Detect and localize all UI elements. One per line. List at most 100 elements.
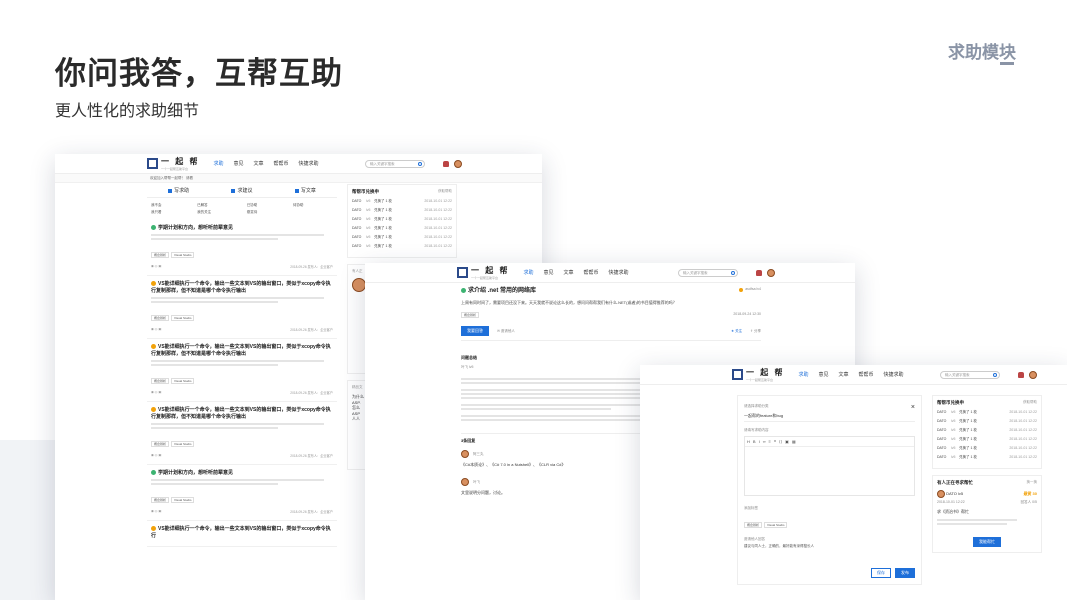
site-logo[interactable]: 一 起 帮一个一起帮互助平台	[457, 265, 509, 280]
bold-icon[interactable]: B	[753, 439, 756, 444]
list-item[interactable]: VS能详细执行一个命令，输出一些文本到VS的输出窗口，类似于xcopy命令执行	[147, 521, 337, 547]
site-navbar: 一 起 帮一个一起帮互助平台 求助 意见 文章 帮帮币 快捷求助 输入关键字搜索	[55, 154, 542, 174]
filter-option[interactable]: 我的关注	[197, 210, 241, 215]
solved-icon	[151, 470, 156, 476]
answer-button[interactable]: 我要回答	[461, 326, 489, 336]
list-item[interactable]: 学期计划和方向，想听听前辈意见 概念辨析 Visual Studio ◉ ◎ ▣ 2…	[147, 220, 337, 276]
action-tabs: 写求助 求建议 写文章	[147, 184, 337, 198]
quote-icon[interactable]: ❝	[774, 439, 776, 444]
avatar[interactable]	[1029, 370, 1037, 379]
coin-exchange-panel: 帮帮币兑换申 获取帮助 DATO lv5 兑换了 1 枚 2018-10-01 12:2…	[347, 184, 457, 258]
avatar[interactable]	[352, 278, 366, 292]
nav-item-coin[interactable]: 帮帮币	[584, 269, 599, 276]
code-icon[interactable]: ⟨⟩	[779, 439, 782, 444]
avatar[interactable]	[454, 159, 462, 168]
solved-icon	[461, 287, 466, 293]
pending-icon	[151, 344, 156, 350]
nav-item-coin[interactable]: 帮帮币	[274, 160, 289, 167]
bell-icon[interactable]	[756, 269, 762, 276]
tab-ask-advice[interactable]: 求建议	[210, 187, 273, 194]
slide-subtitle: 更人性化的求助细节	[55, 103, 200, 120]
nav-item-help[interactable]: 求助	[798, 371, 808, 378]
pending-icon	[151, 526, 156, 532]
avatar[interactable]	[767, 268, 775, 277]
nav-item-coin[interactable]: 帮帮币	[859, 371, 874, 378]
site-logo[interactable]: 一 起 帮一个一起帮互助平台	[732, 367, 784, 382]
follow-button[interactable]: ★ 关注	[731, 329, 742, 334]
save-button[interactable]: 保存	[871, 568, 891, 578]
avatar[interactable]	[937, 490, 945, 498]
stats: ◉ ◎ ▣	[151, 264, 162, 268]
solved-icon	[151, 225, 156, 231]
nav-item-suggest[interactable]: 意见	[543, 269, 553, 276]
tab-write-article[interactable]: 写文章	[274, 187, 337, 194]
filter-option[interactable]: 悬赏待	[247, 210, 287, 215]
bell-icon[interactable]	[1018, 371, 1024, 378]
italic-icon[interactable]: I	[759, 439, 760, 444]
help-button[interactable]: 我能帮忙	[973, 537, 1001, 547]
question-author[interactable]: asdfsa lv4	[745, 287, 761, 291]
site-navbar: 一 起 帮一个一起帮互助平台 求助 意见 文章 帮帮币 快捷求助 输入关键字搜索	[365, 263, 855, 283]
nav-item-suggest[interactable]: 意见	[818, 371, 828, 378]
nav-item-article[interactable]: 文章	[838, 371, 848, 378]
filter-option[interactable]: 我只看	[151, 210, 191, 215]
nav-item-quick[interactable]: 快捷求助	[299, 160, 319, 167]
panel-more-link[interactable]: 获取帮助	[438, 189, 452, 195]
section-tag-underline	[1000, 62, 1014, 65]
edit-icon	[168, 188, 173, 193]
link-icon[interactable]: ∞	[763, 439, 766, 444]
editor-toolbar: H B I ∞ ≡ ❝ ⟨⟩ ▣ ▦	[745, 437, 914, 447]
create-help-modal: 请选择求助分类 × 一起帮的feature和bug 请填写求助内容 H B I …	[737, 395, 922, 585]
nav-item-quick[interactable]: 快捷求助	[884, 371, 904, 378]
site-navbar: 一 起 帮一个一起帮互助平台 求助 意见 文章 帮帮币 快捷求助 输入关键字搜索	[640, 365, 1067, 385]
image-icon[interactable]: ▣	[785, 439, 789, 444]
filter-option[interactable]: 已协助	[247, 203, 287, 208]
pending-icon	[151, 281, 156, 287]
invite-button[interactable]: ✉ 邀请他人	[497, 329, 515, 334]
logo-mark-icon	[147, 158, 158, 169]
breadcrumb: 欢迎加入帮帮一起帮！ 请看	[55, 174, 542, 183]
list-item[interactable]: VS能详细执行一个命令，输出一些文本到VS的输出窗口，类似于xcopy命令执行复…	[147, 276, 337, 339]
avatar[interactable]	[461, 478, 469, 486]
tab-write-help[interactable]: 写求助	[147, 187, 210, 194]
site-logo[interactable]: 一 起 帮一个一起帮互助平台	[147, 156, 199, 171]
search-icon[interactable]	[731, 270, 735, 275]
nav-item-quick[interactable]: 快捷求助	[609, 269, 629, 276]
heading-icon[interactable]: H	[747, 439, 750, 444]
bell-icon[interactable]	[443, 160, 449, 167]
list-icon[interactable]: ≡	[769, 439, 771, 444]
close-icon[interactable]: ×	[911, 404, 915, 411]
pending-icon	[151, 407, 156, 413]
search-input[interactable]: 输入关键字搜索	[365, 159, 425, 168]
nav-item-help[interactable]: 求助	[213, 160, 223, 167]
nav-item-article[interactable]: 文章	[563, 269, 573, 276]
question-description: 上周有同时间了，需要项目还没下来。天天我就不说论这么长的，想问问帮帮我们有什么.…	[461, 300, 677, 305]
share-button[interactable]: ⇪ 分享	[750, 329, 761, 334]
filter-option[interactable]: 待协助	[293, 203, 333, 208]
screenshot-create-help: 一 起 帮一个一起帮互助平台 求助 意见 文章 帮帮币 快捷求助 输入关键字搜索…	[640, 365, 1067, 600]
sidebar: 帮帮币兑换申 获取帮助 DATO lv5 兑换了 1 枚 2018-10-01 12:2…	[932, 395, 1042, 553]
search-icon[interactable]	[418, 161, 422, 166]
list-item[interactable]: 学期计划和方向，想听听前辈意见 概念辨析 Visual Studio ◉ ◎ ▣ 2…	[147, 465, 337, 521]
avatar[interactable]	[461, 450, 469, 458]
content-editor[interactable]: H B I ∞ ≡ ❝ ⟨⟩ ▣ ▦	[744, 436, 915, 496]
coin-exchange-panel: 帮帮币兑换申 获取帮助 DATO lv5 兑换了 1 枚 2018-10-01 12:2…	[932, 395, 1042, 469]
search-input[interactable]: 输入关键字搜索	[678, 268, 738, 277]
edit-icon	[231, 188, 236, 193]
question-list-main: 写求助 求建议 写文章 我不会 已解答 已协助 待协助 我只看 我的关注 悬赏待…	[147, 184, 337, 547]
list-item[interactable]: VS能详细执行一个命令，输出一些文本到VS的输出窗口，类似于xcopy命令执行复…	[147, 402, 337, 465]
nav-item-article[interactable]: 文章	[253, 160, 263, 167]
nav-item-help[interactable]: 求助	[523, 269, 533, 276]
table-icon[interactable]: ▦	[792, 439, 796, 444]
slide-title: 你问我答，互帮互助	[55, 56, 343, 91]
nav-item-suggest[interactable]: 意见	[233, 160, 243, 167]
filter-option[interactable]: 我不会	[151, 203, 191, 208]
search-icon[interactable]	[993, 372, 997, 377]
section-tag: 求助模块	[948, 43, 1016, 62]
publish-button[interactable]: 发布	[895, 568, 915, 578]
list-item[interactable]: VS能详细执行一个命令，输出一些文本到VS的输出窗口，类似于xcopy命令执行复…	[147, 339, 337, 402]
filter-option[interactable]: 已解答	[197, 203, 241, 208]
help-request-panel: 有人正在寻求帮忙 换一换 DATO lv5 悬赏 30 2018-10-01 12…	[932, 475, 1042, 553]
category-select[interactable]: 一起帮的feature和bug	[744, 413, 915, 422]
search-input[interactable]: 输入关键字搜索	[940, 370, 1000, 379]
